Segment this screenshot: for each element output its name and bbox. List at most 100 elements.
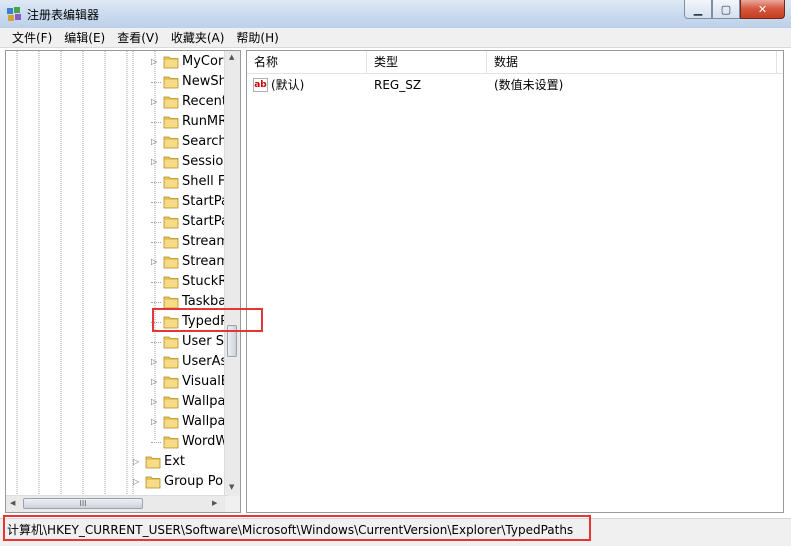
- window-title: 注册表编辑器: [27, 8, 100, 22]
- tree-item-label: Group Pol: [164, 474, 227, 489]
- maximize-icon[interactable]: ▢: [712, 0, 740, 19]
- tree-item[interactable]: Shell Fo: [6, 172, 233, 192]
- tree-vertical-scrollbar[interactable]: ▲ ▼: [224, 51, 240, 496]
- tree-item-label: Taskba: [182, 294, 227, 309]
- tree-connector: [151, 342, 161, 343]
- value-data: (数值未设置): [494, 78, 564, 92]
- string-value-icon: ab: [253, 78, 268, 92]
- folder-icon: [163, 56, 179, 69]
- scroll-up-icon[interactable]: ▲: [229, 53, 234, 61]
- value-list[interactable]: 名称 类型 数据 ab (默认) REG_SZ (数值未设置): [246, 50, 784, 513]
- folder-icon: [145, 476, 161, 489]
- folder-icon: [163, 196, 179, 209]
- column-header-type[interactable]: 类型: [367, 51, 487, 73]
- expand-arrow-icon[interactable]: ▷: [151, 157, 160, 167]
- folder-icon: [163, 236, 179, 249]
- regedit-app-icon: [7, 7, 21, 21]
- tree-item[interactable]: Taskba: [6, 292, 228, 312]
- title-bar: 注册表编辑器 ▁ ▢ ✕: [0, 0, 791, 29]
- folder-icon: [163, 256, 179, 269]
- menu-bar: 文件(F) 编辑(E) 查看(V) 收藏夹(A) 帮助(H): [0, 28, 791, 48]
- tree-item-label: UserAs: [182, 354, 228, 369]
- menu-view[interactable]: 查看(V): [111, 28, 165, 48]
- expand-arrow-icon[interactable]: ▷: [151, 397, 160, 407]
- tree-item-label: StuckR: [182, 274, 228, 289]
- tree-item-label: WordW: [182, 434, 229, 449]
- folder-icon: [163, 396, 179, 409]
- tree-item-label: Search: [182, 134, 227, 149]
- folder-icon: [163, 276, 179, 289]
- tree-connector: [151, 182, 161, 183]
- folder-icon: [163, 156, 179, 169]
- list-row[interactable]: ab (默认) REG_SZ (数值未设置): [247, 75, 783, 95]
- tree-item-label: Recent: [182, 94, 227, 109]
- expand-arrow-icon[interactable]: ▷: [151, 137, 160, 147]
- tree-item[interactable]: ▷ Session: [6, 152, 232, 172]
- tree-hscroll-thumb[interactable]: III: [23, 498, 143, 509]
- menu-help[interactable]: 帮助(H): [230, 28, 284, 48]
- folder-icon: [163, 416, 179, 429]
- expand-arrow-icon[interactable]: ▷: [151, 97, 160, 107]
- tree-item[interactable]: ▷ MyCor: [6, 52, 228, 72]
- tree-item[interactable]: RunMR: [6, 112, 228, 132]
- tree-connector: [151, 202, 161, 203]
- folder-icon: [163, 136, 179, 149]
- expand-arrow-icon[interactable]: ▷: [151, 57, 160, 67]
- tree-vscroll-thumb[interactable]: [227, 325, 237, 357]
- tree-item[interactable]: ▷ Recent: [6, 92, 228, 112]
- expand-arrow-icon[interactable]: ▷: [151, 357, 160, 367]
- tree-item[interactable]: NewSh: [6, 72, 228, 92]
- folder-icon: [163, 96, 179, 109]
- list-header: 名称 类型 数据: [247, 51, 783, 74]
- tree-item[interactable]: ▷ Ext: [6, 452, 228, 472]
- value-name: (默认): [271, 78, 305, 92]
- expand-arrow-icon[interactable]: ▷: [151, 257, 160, 267]
- tree-item[interactable]: WordW: [6, 432, 228, 452]
- status-bar: 计算机\HKEY_CURRENT_USER\Software\Microsoft…: [0, 518, 791, 546]
- folder-icon: [163, 336, 179, 349]
- tree-item[interactable]: ▷ Wallpa: [6, 392, 228, 412]
- tree-horizontal-scrollbar[interactable]: ◀ III ▶: [6, 495, 228, 512]
- tree-item[interactable]: ▷ Group Pol: [6, 472, 228, 492]
- scroll-down-icon[interactable]: ▼: [229, 483, 234, 491]
- window-controls: ▁ ▢ ✕: [684, 0, 785, 20]
- tree-item-label: Wallpa: [182, 414, 226, 429]
- menu-edit[interactable]: 编辑(E): [58, 28, 111, 48]
- tree-item-selected[interactable]: TypedPaths: [6, 312, 240, 332]
- tree-connector: [151, 242, 161, 243]
- menu-file[interactable]: 文件(F): [6, 28, 58, 48]
- folder-icon: [163, 436, 179, 449]
- tree-connector: [151, 282, 161, 283]
- menu-favorites[interactable]: 收藏夹(A): [165, 28, 231, 48]
- value-type: REG_SZ: [374, 78, 422, 92]
- folder-icon: [163, 296, 179, 309]
- tree-item[interactable]: ▷ Stream: [6, 252, 229, 272]
- status-path: 计算机\HKEY_CURRENT_USER\Software\Microsoft…: [7, 523, 574, 537]
- expand-arrow-icon[interactable]: ▷: [133, 477, 142, 487]
- tree-item[interactable]: ▷ VisualE: [6, 372, 229, 392]
- expand-arrow-icon[interactable]: ▷: [151, 377, 160, 387]
- tree-item[interactable]: StuckR: [6, 272, 228, 292]
- tree-item[interactable]: ▷ UserAs: [6, 352, 228, 372]
- minimize-icon[interactable]: ▁: [684, 0, 712, 19]
- folder-icon: [145, 456, 161, 469]
- tree-item[interactable]: User S: [6, 332, 228, 352]
- scroll-right-icon[interactable]: ▶: [212, 499, 217, 507]
- close-icon[interactable]: ✕: [740, 0, 785, 19]
- tree-item[interactable]: Stream: [6, 232, 229, 252]
- folder-icon: [163, 316, 179, 329]
- expand-arrow-icon[interactable]: ▷: [133, 457, 142, 467]
- folder-icon: [163, 216, 179, 229]
- column-header-name[interactable]: 名称: [247, 51, 367, 73]
- scroll-left-icon[interactable]: ◀: [10, 499, 15, 507]
- folder-icon: [163, 356, 179, 369]
- tree-connector: [151, 222, 161, 223]
- tree-item[interactable]: StartPa: [6, 192, 229, 212]
- column-header-data[interactable]: 数据: [487, 51, 777, 73]
- expand-arrow-icon[interactable]: ▷: [151, 417, 160, 427]
- tree-item[interactable]: StartPa: [6, 212, 229, 232]
- registry-tree[interactable]: ▷ MyCor NewSh ▷ Recent RunMR ▷ Search ▷ Session Sh…: [5, 50, 241, 513]
- tree-item[interactable]: ▷ Wallpa: [6, 412, 228, 432]
- tree-item[interactable]: ▷ Search: [6, 132, 228, 152]
- tree-item-label: Wallpa: [182, 394, 226, 409]
